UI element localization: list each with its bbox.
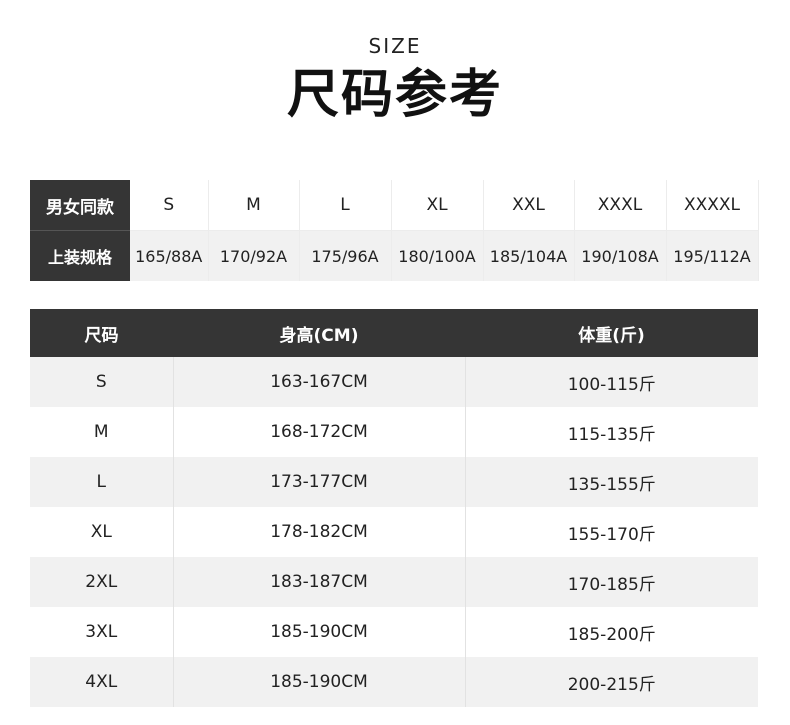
table-row: L 173-177CM 135-155斤 [30, 457, 758, 507]
spec-value-cell: 195/112A [666, 230, 759, 281]
spec-value-cell: 165/88A [130, 230, 209, 281]
table-row: XL 178-182CM 155-170斤 [30, 507, 758, 557]
spec-row-label-unisex: 男女同款 [30, 180, 130, 231]
size-cell: L [30, 457, 174, 507]
weight-cell: 155-170斤 [465, 507, 758, 557]
spec-size-cell: M [208, 180, 300, 231]
weight-cell: 115-135斤 [465, 407, 758, 457]
weight-cell: 185-200斤 [465, 607, 758, 657]
table-row: M 168-172CM 115-135斤 [30, 407, 758, 457]
height-cell: 183-187CM [173, 557, 466, 607]
table-row: 3XL 185-190CM 185-200斤 [30, 607, 758, 657]
page-heading-en: SIZE [368, 34, 422, 58]
spec-size-cell: XXL [483, 180, 575, 231]
header-weight: 体重(斤) [465, 309, 758, 357]
spec-value-cell: 185/104A [483, 230, 575, 281]
height-cell: 185-190CM [173, 607, 466, 657]
spec-row-sizes: 男女同款 S M L XL XXL XXXL XXXXL [30, 180, 759, 231]
spec-size-cell: XXXL [574, 180, 667, 231]
height-cell: 185-190CM [173, 657, 466, 707]
size-cell: 2XL [30, 557, 174, 607]
size-cell: S [30, 357, 174, 407]
size-cell: 3XL [30, 607, 174, 657]
header-size: 尺码 [30, 309, 173, 357]
spec-size-cell: XXXXL [666, 180, 759, 231]
table-row: 4XL 185-190CM 200-215斤 [30, 657, 758, 707]
height-cell: 178-182CM [173, 507, 466, 557]
size-cell: M [30, 407, 174, 457]
spec-size-cell: S [130, 180, 209, 231]
weight-cell: 170-185斤 [465, 557, 758, 607]
table-row: 2XL 183-187CM 170-185斤 [30, 557, 758, 607]
height-cell: 163-167CM [173, 357, 466, 407]
spec-size-cell: L [299, 180, 392, 231]
weight-cell: 200-215斤 [465, 657, 758, 707]
height-cell: 168-172CM [173, 407, 466, 457]
spec-value-cell: 170/92A [208, 230, 300, 281]
spec-value-cell: 180/100A [391, 230, 484, 281]
header-height: 身高(CM) [173, 309, 465, 357]
spec-size-cell: XL [391, 180, 484, 231]
size-table: 尺码 身高(CM) 体重(斤) S 163-167CM 100-115斤 M 1… [30, 309, 758, 707]
height-cell: 173-177CM [173, 457, 466, 507]
size-cell: 4XL [30, 657, 174, 707]
spec-value-cell: 190/108A [574, 230, 667, 281]
weight-cell: 135-155斤 [465, 457, 758, 507]
size-cell: XL [30, 507, 174, 557]
size-table-header: 尺码 身高(CM) 体重(斤) [30, 309, 758, 357]
spec-value-cell: 175/96A [299, 230, 392, 281]
spec-table: 男女同款 S M L XL XXL XXXL XXXXL 上装规格 165/88… [30, 180, 759, 281]
weight-cell: 100-115斤 [465, 357, 758, 407]
table-row: S 163-167CM 100-115斤 [30, 357, 758, 407]
spec-row-label-top: 上装规格 [30, 230, 130, 281]
page-title: 尺码参考 [286, 65, 503, 125]
spec-row-specs: 上装规格 165/88A 170/92A 175/96A 180/100A 18… [30, 230, 759, 281]
